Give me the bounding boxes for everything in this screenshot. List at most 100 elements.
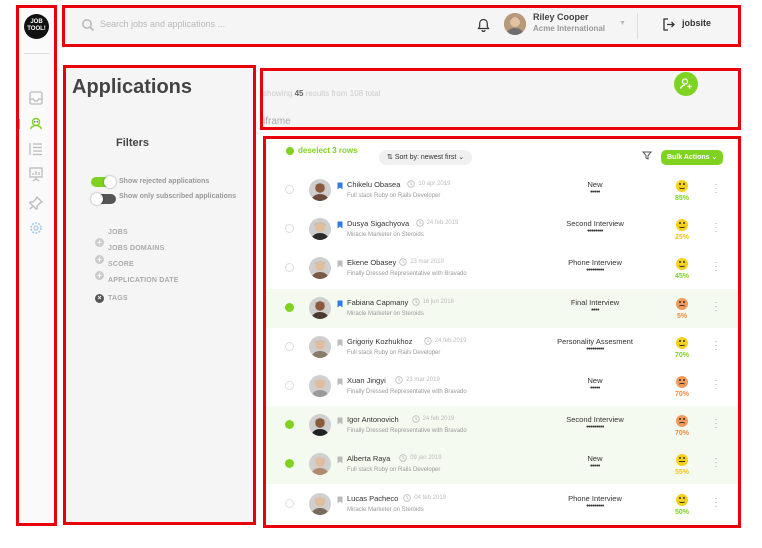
bookmark-icon[interactable] <box>337 417 343 425</box>
sort-dropdown[interactable]: ⇅ Sort by: newest first ⌄ <box>379 150 473 165</box>
table-row[interactable]: Alberta Raya 09 jan 2019 Full stack Ruby… <box>264 445 740 485</box>
table-row[interactable]: Lucas Pacheco 04 feb 2019 Miracle Market… <box>264 485 740 524</box>
row-select-checkbox[interactable] <box>285 420 294 430</box>
stage-label[interactable]: New <box>539 180 651 189</box>
more-options-icon[interactable]: · · · <box>713 415 719 432</box>
filter-score[interactable]: SCORE <box>108 261 134 268</box>
plus-icon[interactable]: + <box>95 255 104 264</box>
candidate-name[interactable]: Lucas Pacheco <box>347 494 398 503</box>
toggle-subscribed-only[interactable] <box>91 193 116 205</box>
table-row[interactable]: Dusya Sigachyova 24 feb 2019 Miracle Mar… <box>264 210 740 249</box>
stage-label[interactable]: New <box>539 454 651 463</box>
bookmark-icon[interactable] <box>337 260 343 268</box>
user-avatar[interactable] <box>504 13 526 35</box>
filter-icon[interactable] <box>642 151 652 160</box>
score-value: 25% <box>674 234 689 242</box>
candidate-name[interactable]: Dusya Sigachyova <box>347 219 409 228</box>
stage-label[interactable]: Second Interview <box>539 415 651 424</box>
more-options-icon[interactable]: · · · <box>713 376 719 393</box>
table-row[interactable]: Igor Antonovich 24 feb 2019 Finally Dres… <box>264 406 740 446</box>
row-select-checkbox[interactable] <box>285 341 294 351</box>
toggle-show-rejected[interactable] <box>91 176 116 188</box>
more-options-icon[interactable]: · · · <box>713 297 719 314</box>
logout-icon[interactable] <box>661 17 676 32</box>
table-row[interactable]: Ekene Obasey 23 mar 2019 Finally Dressed… <box>264 249 740 288</box>
search-icon[interactable] <box>81 18 95 32</box>
table-row[interactable]: Xuan Jingyi 23 mar 2019 Finally Dressed … <box>264 367 740 406</box>
close-icon[interactable]: × <box>95 294 104 303</box>
candidate-name[interactable]: Grigoriy Kozhukhoz <box>347 337 412 346</box>
stage-label[interactable]: Final Interview <box>539 298 651 307</box>
plus-icon[interactable]: + <box>95 271 104 280</box>
bookmark-icon[interactable] <box>337 221 343 229</box>
jobsite-link[interactable]: jobsite <box>682 18 711 28</box>
candidate-name[interactable]: Alberta Raya <box>347 454 390 463</box>
bulk-actions-button[interactable]: Bulk Actions ⌄ <box>661 150 724 165</box>
candidate-name[interactable]: Xuan Jingyi <box>347 376 386 385</box>
more-options-icon[interactable]: · · · <box>713 258 719 275</box>
filter-jobs-domains[interactable]: JOBS DOMAINS <box>108 245 164 252</box>
row-select-checkbox[interactable] <box>285 381 294 390</box>
more-options-icon[interactable]: · · · <box>713 454 719 471</box>
results-header: showing 45 results from 108 total iframe <box>261 69 740 129</box>
candidate-name[interactable]: Ekene Obasey <box>347 258 396 267</box>
candidates-icon[interactable] <box>28 115 44 131</box>
chevron-down-icon[interactable]: ▼ <box>619 20 626 27</box>
stage-label[interactable]: Personality Assesment <box>539 337 651 346</box>
sad-face-icon <box>676 376 688 388</box>
bookmark-icon[interactable] <box>337 300 343 308</box>
row-select-checkbox[interactable] <box>285 302 294 312</box>
stage-label[interactable]: Phone Interview <box>539 258 651 267</box>
application-date: 24 feb 2019 <box>426 220 459 227</box>
candidate-name[interactable]: Igor Antonovich <box>347 415 399 424</box>
filter-jobs[interactable]: JOBS <box>108 229 128 236</box>
row-select-checkbox[interactable] <box>285 224 294 234</box>
row-select-checkbox[interactable] <box>285 263 294 273</box>
filter-tags[interactable]: TAGS <box>108 295 128 302</box>
bookmark-icon[interactable] <box>337 496 343 504</box>
pin-icon[interactable] <box>28 195 44 211</box>
table-row[interactable]: Chikelu Obasea 10 apr 2019 Full stack Ru… <box>264 171 740 210</box>
more-options-icon[interactable]: · · · <box>713 219 719 236</box>
inbox-icon[interactable] <box>28 90 44 106</box>
deselect-icon[interactable] <box>286 147 294 155</box>
search-input[interactable]: Search jobs and applications ... <box>100 19 225 29</box>
score-value: 70% <box>674 391 689 398</box>
neutral-face-icon <box>676 454 688 467</box>
table-row[interactable]: Grigoriy Kozhukhoz 24 feb 2019 Full stac… <box>264 328 740 367</box>
stage-label[interactable]: Second Interview <box>539 219 651 228</box>
row-select-checkbox[interactable] <box>285 498 294 508</box>
stage-progress-dots: ••••• <box>590 385 600 392</box>
more-options-icon[interactable]: · · · <box>713 336 719 353</box>
list-icon[interactable] <box>28 141 44 157</box>
filter-application-date[interactable]: APPLICATION DATE <box>108 277 179 284</box>
candidate-name[interactable]: Fabiana Capmany <box>347 298 408 307</box>
more-options-icon[interactable]: · · · <box>713 180 719 197</box>
user-organization[interactable]: Acme International <box>533 24 605 33</box>
clock-icon <box>407 180 416 188</box>
more-options-icon[interactable]: · · · <box>713 493 719 510</box>
bookmark-icon[interactable] <box>337 378 343 386</box>
stage-label[interactable]: New <box>539 376 651 385</box>
bookmark-icon[interactable] <box>337 456 343 464</box>
app-logo[interactable]: JOB TOOL! <box>24 14 49 39</box>
table-row[interactable]: Fabiana Capmany 16 jun 2018 Miracle Mark… <box>264 288 740 328</box>
sort-icon: ⇅ <box>387 154 393 161</box>
presentation-icon[interactable] <box>28 166 44 182</box>
plus-icon[interactable]: + <box>95 238 104 247</box>
bell-icon[interactable] <box>477 18 490 32</box>
candidate-name[interactable]: Chikelu Obasea <box>347 180 400 189</box>
avatar <box>309 453 331 476</box>
stage-label[interactable]: Phone Interview <box>539 494 651 503</box>
candidate-photo <box>309 179 331 201</box>
row-select-checkbox[interactable] <box>285 459 294 469</box>
user-name[interactable]: Riley Cooper <box>533 12 589 22</box>
add-candidate-button[interactable] <box>674 72 698 96</box>
bookmark-icon[interactable] <box>337 182 343 190</box>
avatar <box>309 179 331 201</box>
deselect-rows-button[interactable]: deselect 3 rows <box>298 146 358 155</box>
bookmark-icon[interactable] <box>337 339 343 347</box>
settings-icon[interactable] <box>28 220 44 236</box>
row-select-checkbox[interactable] <box>285 185 294 194</box>
toggle-subscribed-only-label: Show only subscribed applications <box>119 193 237 200</box>
